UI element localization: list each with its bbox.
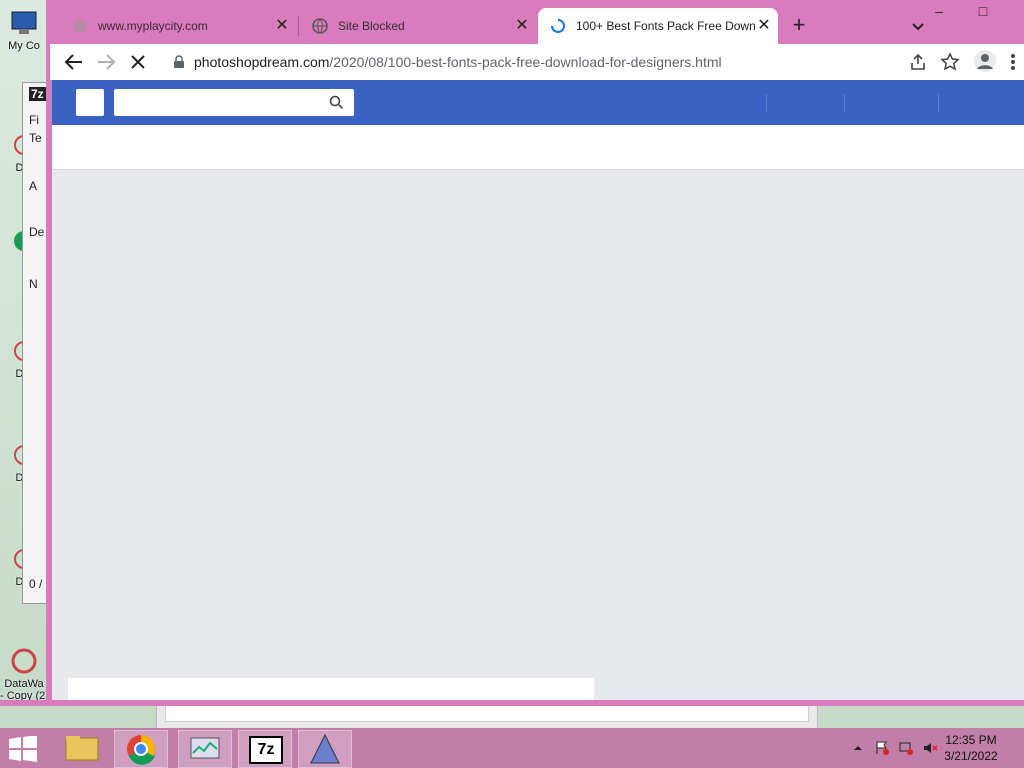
taskbar-7zip[interactable]: 7z [238,730,292,768]
bookmark-star-icon[interactable] [940,52,960,72]
minimize-button[interactable]: – [922,0,956,22]
action-center-flag-icon[interactable] [874,740,890,756]
tab-myplaycity[interactable]: www.myplaycity.com ✕ [46,8,296,44]
maximize-button[interactable]: □ [966,0,1000,22]
chrome-window: www.myplaycity.com ✕ Site Blocked ✕ 100+… [46,0,1024,706]
stop-loading-icon[interactable] [126,50,150,74]
url-path: /2020/08/100-best-fonts-pack-free-downlo… [329,54,722,70]
content-placeholder-box [68,678,594,700]
taskbar-task-manager[interactable] [178,730,232,768]
network-icon[interactable] [898,740,914,756]
star-burst-icon [11,648,37,674]
nav-divider [938,94,939,112]
nav-divider [766,94,767,112]
back-arrow-icon[interactable] [62,50,86,74]
tab-title: Site Blocked [338,19,405,33]
forward-arrow-icon[interactable] [94,50,118,74]
tab-title: 100+ Best Fonts Pack Free Down [576,19,756,33]
clock-date: 3/21/2022 [944,749,998,763]
monitor-graph-icon [190,737,220,759]
new-tab-button[interactable]: + [788,14,810,36]
window-app-icon: 7z [29,87,46,101]
site-logo[interactable] [76,89,104,116]
loading-spinner-icon [551,19,565,33]
globe-icon [312,18,328,34]
url-text[interactable]: photoshopdream.com/2020/08/100-best-font… [194,54,722,70]
address-bar[interactable]: photoshopdream.com/2020/08/100-best-font… [162,48,960,76]
globe-icon [73,19,87,33]
taskbar-file-explorer[interactable] [56,730,108,766]
chrome-icon [127,735,155,765]
triangle-a-icon [310,733,340,764]
close-tab-icon[interactable]: ✕ [756,18,772,34]
taskbar-app-a[interactable] [298,730,352,768]
url-domain: photoshopdream.com [194,54,330,70]
tab-best-fonts[interactable]: 100+ Best Fonts Pack Free Down ✕ [538,8,778,44]
menu-text[interactable]: Te [29,131,42,145]
taskbar-chrome[interactable] [114,730,168,768]
system-clock[interactable]: 12:35 PM 3/21/2022 [936,732,1006,764]
tab-site-blocked[interactable]: Site Blocked ✕ [286,8,536,44]
windows-start-icon[interactable] [8,736,38,762]
desktop-icon-datawave[interactable]: DataWa - Copy (2) [0,646,49,702]
more-menu-icon[interactable] [1010,52,1016,72]
desktop-icon-label: My Co [8,40,40,52]
7zip-icon: 7z [249,736,283,764]
share-icon[interactable] [908,52,928,72]
tray-expand-icon[interactable] [850,740,866,756]
profile-avatar-icon[interactable] [974,50,996,72]
site-header [52,80,1024,125]
tab-strip: www.myplaycity.com ✕ Site Blocked ✕ 100+… [46,0,1024,44]
lock-icon[interactable] [172,55,186,69]
site-subnav [52,125,1024,170]
folder-icon [65,736,99,761]
tab-title: www.myplaycity.com [98,19,208,33]
desktop-icon-label: DataWa [4,678,44,690]
status-text: 0 / [29,577,43,591]
window-border [0,700,1024,706]
column-header[interactable]: N [29,277,38,291]
nav-divider [844,94,845,112]
menu-text[interactable]: Fi [29,113,39,127]
desktop-icon-my-computer[interactable]: My Co [0,8,48,52]
browser-toolbar: photoshopdream.com/2020/08/100-best-font… [50,44,1024,80]
taskbar: 7z 12:35 PM 3/21/2022 [0,728,1024,768]
web-page-content [52,80,1024,700]
site-search-input[interactable] [114,89,354,116]
clock-time: 12:35 PM [945,733,997,747]
close-tab-icon[interactable]: ✕ [514,18,530,34]
toolbar-text[interactable]: A [29,179,37,193]
search-icon[interactable] [329,95,344,110]
computer-icon [11,11,37,34]
toolbar-text[interactable]: De [29,225,44,239]
